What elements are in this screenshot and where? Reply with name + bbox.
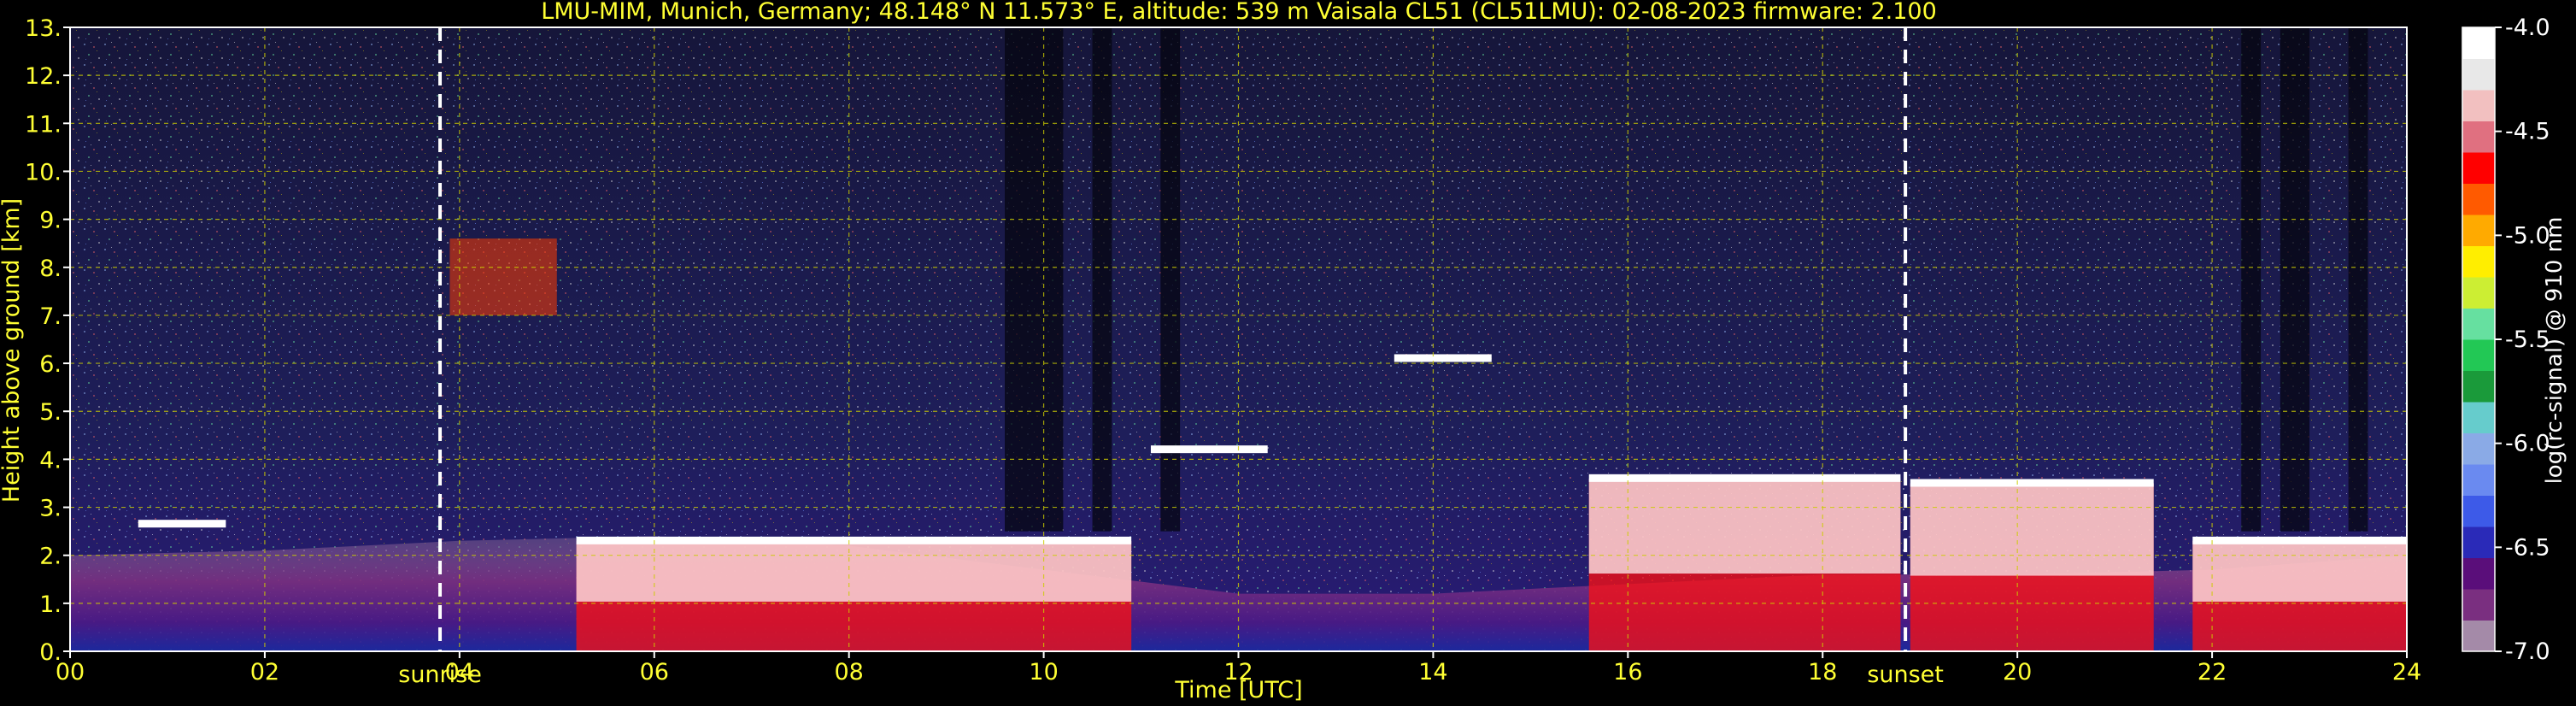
y-tick-label-1: 1. bbox=[39, 591, 62, 618]
x-tick-label-11: 22 bbox=[2198, 659, 2227, 685]
colorbar-swatch-8 bbox=[2462, 370, 2495, 403]
low-signal-stripe-2 bbox=[1160, 27, 1181, 532]
colorbar-swatch-6 bbox=[2462, 432, 2495, 465]
cloud-layer-1 bbox=[576, 536, 1132, 544]
marker-label-sunset: sunset bbox=[1867, 662, 1944, 688]
y-tick-label-6: 6. bbox=[39, 351, 62, 378]
x-tick-label-10: 20 bbox=[2003, 659, 2032, 685]
y-tick-label-10: 10. bbox=[25, 159, 62, 185]
y-tick-label-2: 2. bbox=[39, 544, 62, 570]
colorbar-swatch-3 bbox=[2462, 527, 2495, 558]
cloud-layer-0 bbox=[138, 520, 226, 528]
colorbar-swatch-15 bbox=[2462, 152, 2495, 184]
x-tick-label-8: 16 bbox=[1613, 659, 1642, 685]
cloud-layer-5 bbox=[1910, 479, 2154, 487]
x-tick-label-4: 08 bbox=[834, 659, 863, 685]
y-tick-label-0: 0. bbox=[39, 639, 62, 666]
y-tick-label-9: 9. bbox=[39, 208, 62, 234]
low-signal-stripe-4 bbox=[2280, 27, 2310, 532]
low-signal-stripe-3 bbox=[2241, 27, 2262, 532]
cloud-layer-4 bbox=[1588, 474, 1901, 482]
colorbar-label: log(rc-signal) @ 910 nm bbox=[2542, 217, 2567, 485]
colorbar-tick-label-5: -6.5 bbox=[2505, 534, 2550, 561]
cloud-layer-6 bbox=[2192, 536, 2407, 544]
colorbar-swatch-2 bbox=[2462, 557, 2495, 590]
x-tick-label-2: 04 bbox=[445, 659, 474, 685]
low-signal-stripe-0 bbox=[1005, 27, 1064, 532]
y-tick-label-12: 12. bbox=[25, 63, 62, 90]
y-tick-label-4: 4. bbox=[39, 447, 62, 474]
colorbar-swatch-10 bbox=[2462, 308, 2495, 340]
colorbar-swatch-7 bbox=[2462, 402, 2495, 433]
colorbar-tick-label-1: -4.5 bbox=[2505, 119, 2550, 145]
plot-area bbox=[70, 27, 2407, 651]
colorbar-swatch-5 bbox=[2462, 464, 2495, 496]
cloud-core-5 bbox=[1910, 483, 2154, 576]
colorbar-swatch-11 bbox=[2462, 277, 2495, 309]
colorbar-swatch-0 bbox=[2462, 620, 2495, 652]
x-tick-label-7: 14 bbox=[1418, 659, 1447, 685]
y-tick-label-8: 8. bbox=[39, 256, 62, 282]
colorbar-swatch-16 bbox=[2462, 121, 2495, 153]
x-tick-label-5: 10 bbox=[1029, 659, 1058, 685]
low-signal-stripe-1 bbox=[1092, 27, 1112, 532]
colorbar-swatch-13 bbox=[2462, 215, 2495, 246]
x-tick-label-3: 06 bbox=[640, 659, 669, 685]
cloud-core-1 bbox=[576, 540, 1132, 602]
colorbar-swatch-9 bbox=[2462, 339, 2495, 371]
colorbar: -4.0-4.5-5.0-5.5-6.0-6.5-7.0 bbox=[2462, 15, 2550, 665]
cloud-layer-2 bbox=[1150, 445, 1268, 454]
colorbar-swatch-1 bbox=[2462, 589, 2495, 621]
ceilometer-chart: sunrise sunset 00 02 04 06 08 10 12 14 16 18 20 22 24… bbox=[0, 0, 2567, 703]
y-tick-label-13: 13. bbox=[25, 15, 62, 42]
chart-title: LMU-MIM, Munich, Germany; 48.148° N 11.5… bbox=[541, 0, 1937, 25]
colorbar-swatch-14 bbox=[2462, 183, 2495, 215]
colorbar-tick-label-6: -7.0 bbox=[2505, 638, 2550, 665]
colorbar-swatch-18 bbox=[2462, 58, 2495, 91]
colorbar-swatch-12 bbox=[2462, 245, 2495, 278]
low-signal-stripe-5 bbox=[2348, 27, 2368, 532]
y-tick-label-5: 5. bbox=[39, 399, 62, 426]
y-axis-label: Height above ground [km] bbox=[0, 198, 25, 503]
y-tick-label-3: 3. bbox=[39, 496, 62, 522]
cloud-core-6 bbox=[2192, 540, 2407, 602]
colorbar-swatch-17 bbox=[2462, 90, 2495, 121]
cloud-core-4 bbox=[1588, 478, 1901, 574]
x-tick-label-12: 24 bbox=[2392, 659, 2421, 685]
cirrus-layer-7 bbox=[449, 238, 557, 315]
y-tick-label-7: 7. bbox=[39, 303, 62, 330]
x-axis-label: Time [UTC] bbox=[1174, 677, 1302, 703]
colorbar-tick-label-0: -4.0 bbox=[2505, 15, 2550, 41]
colorbar-swatch-4 bbox=[2462, 495, 2495, 527]
y-tick-label-11: 11. bbox=[25, 111, 62, 138]
x-tick-label-9: 18 bbox=[1808, 659, 1837, 685]
cloud-layer-3 bbox=[1394, 354, 1492, 362]
colorbar-swatch-19 bbox=[2462, 27, 2495, 59]
x-tick-label-1: 02 bbox=[250, 659, 279, 685]
